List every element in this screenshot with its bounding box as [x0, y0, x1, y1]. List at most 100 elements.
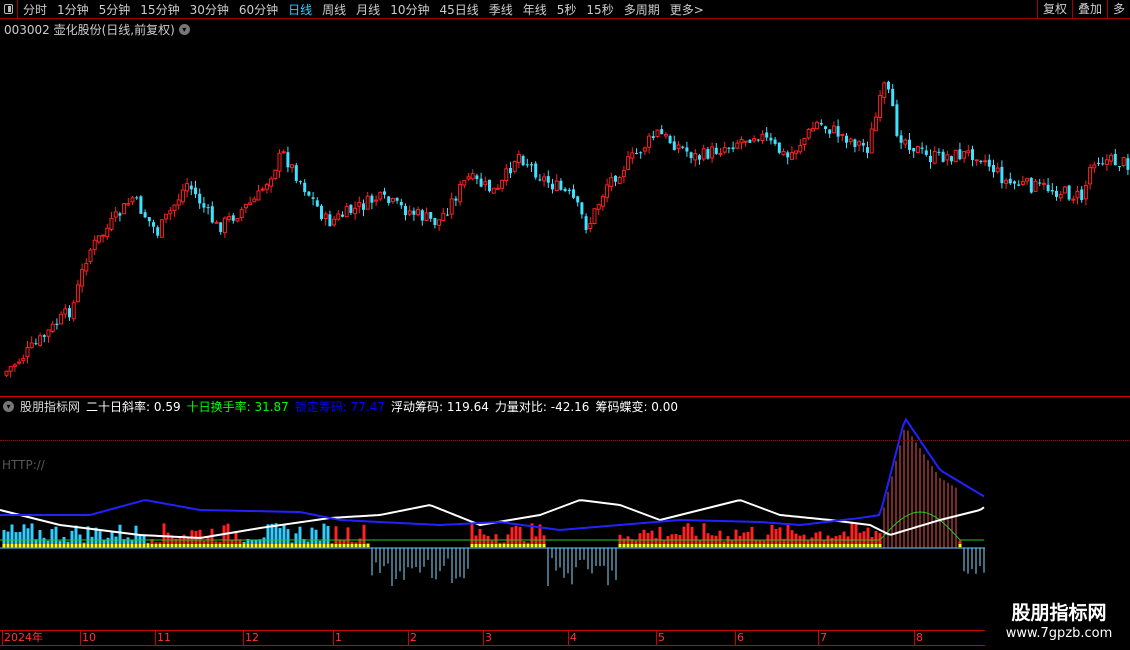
- candle: [210, 201, 214, 224]
- indicator-bar: [366, 542, 370, 548]
- indicator-bar: [322, 523, 326, 548]
- tab-period[interactable]: 10分钟: [385, 1, 434, 18]
- candle: [344, 203, 349, 218]
- tab-period[interactable]: 15分钟: [135, 1, 184, 18]
- chevron-down-icon[interactable]: ▾: [3, 401, 14, 412]
- indicator-bar: [718, 530, 722, 548]
- tab-period[interactable]: 周线: [317, 1, 351, 18]
- tab-period[interactable]: 60分钟: [234, 1, 283, 18]
- chevron-down-icon[interactable]: ▾: [178, 24, 190, 35]
- indicator-bar: [650, 530, 654, 548]
- candle: [264, 182, 269, 194]
- tab-period[interactable]: 多周期: [619, 1, 665, 18]
- tab-period[interactable]: 日线: [283, 1, 317, 18]
- indicator-bar: [78, 534, 82, 548]
- candlestick-chart[interactable]: [0, 38, 1130, 396]
- indicator-bar: [70, 530, 74, 548]
- tab-period[interactable]: 45日线: [434, 1, 483, 18]
- tab-period[interactable]: 分时: [18, 1, 52, 18]
- candle: [118, 211, 122, 222]
- candle: [760, 130, 765, 144]
- candle: [698, 153, 701, 165]
- tab-period[interactable]: 年线: [518, 1, 552, 18]
- candle: [303, 179, 307, 196]
- candle: [277, 149, 282, 178]
- candle: [743, 140, 748, 148]
- indicator-bar: [26, 528, 30, 548]
- period-toolbar: 分时 1分钟 5分钟 15分钟 30分钟 60分钟 日线 周线 月线 10分钟 45日线 季线 年线 5秒…: [0, 0, 1130, 19]
- indicator-bar: [334, 526, 338, 548]
- tab-period[interactable]: 季线: [484, 1, 518, 18]
- indicator-value: 浮动筹码: 119.64: [391, 400, 489, 414]
- indicator-bar: [2, 529, 6, 548]
- candle: [172, 204, 177, 217]
- candle: [152, 219, 155, 234]
- candle: [630, 147, 635, 164]
- tab-period[interactable]: 月线: [351, 1, 385, 18]
- candle: [769, 133, 773, 145]
- candle: [836, 119, 840, 143]
- candle: [252, 196, 257, 203]
- candle: [395, 197, 399, 204]
- tab-period[interactable]: 5秒: [552, 1, 582, 18]
- indicator-bar: [94, 527, 98, 548]
- candle: [387, 195, 391, 206]
- candle: [135, 195, 139, 200]
- candle: [1025, 177, 1030, 185]
- indicator-bar: [346, 527, 350, 548]
- tab-period[interactable]: 1分钟: [52, 1, 94, 18]
- indicator-bar: [638, 533, 642, 548]
- candle: [1058, 191, 1063, 202]
- candle: [983, 154, 988, 167]
- indicator-bar: [710, 535, 714, 548]
- candle: [676, 140, 681, 154]
- candle: [46, 329, 51, 343]
- candle: [538, 174, 542, 182]
- indicator-bar: [870, 536, 874, 548]
- candle: [189, 181, 193, 196]
- indicator-bar: [750, 526, 754, 548]
- candle: [1101, 157, 1105, 166]
- indicator-bar: [202, 540, 206, 548]
- candle: [563, 187, 567, 193]
- indicator-bar: [242, 541, 246, 548]
- time-tick: 7: [818, 631, 827, 645]
- candle: [920, 142, 924, 154]
- candle: [617, 175, 622, 185]
- watermark-name: 股朋指标网: [1011, 602, 1107, 624]
- candle: [378, 191, 383, 202]
- candle: [441, 207, 446, 222]
- indicator-chart[interactable]: [0, 400, 985, 630]
- multi-button[interactable]: 多: [1106, 0, 1130, 19]
- indicator-bar: [514, 525, 518, 548]
- candle: [710, 142, 715, 163]
- candle: [1109, 152, 1114, 166]
- tab-period[interactable]: 30分钟: [185, 1, 234, 18]
- restore-rights-button[interactable]: 复权: [1036, 0, 1072, 19]
- candle: [25, 341, 30, 364]
- candle: [516, 150, 521, 168]
- indicator-bar: [846, 536, 850, 548]
- candle: [383, 187, 386, 199]
- candle: [878, 90, 883, 122]
- sidebar-toggle-button[interactable]: [0, 0, 18, 19]
- candle: [869, 122, 874, 154]
- candle: [227, 212, 232, 223]
- indicator-bar: [190, 530, 194, 548]
- candle: [256, 185, 261, 201]
- candle: [672, 135, 676, 151]
- candle: [1083, 180, 1088, 206]
- indicator-bar: [210, 528, 214, 548]
- tab-period[interactable]: 更多>: [665, 1, 709, 18]
- overlay-button[interactable]: 叠加: [1071, 0, 1107, 19]
- candle: [693, 149, 698, 167]
- candle: [891, 83, 895, 107]
- candle: [109, 212, 114, 232]
- candle: [113, 206, 118, 222]
- tab-period[interactable]: 15秒: [581, 1, 618, 18]
- indicator-bar: [58, 540, 62, 548]
- stock-title: 003002 壶化股份(日线,前复权): [4, 23, 175, 37]
- tab-period[interactable]: 5分钟: [94, 1, 136, 18]
- indicator-bar: [506, 534, 510, 548]
- candle: [336, 210, 341, 221]
